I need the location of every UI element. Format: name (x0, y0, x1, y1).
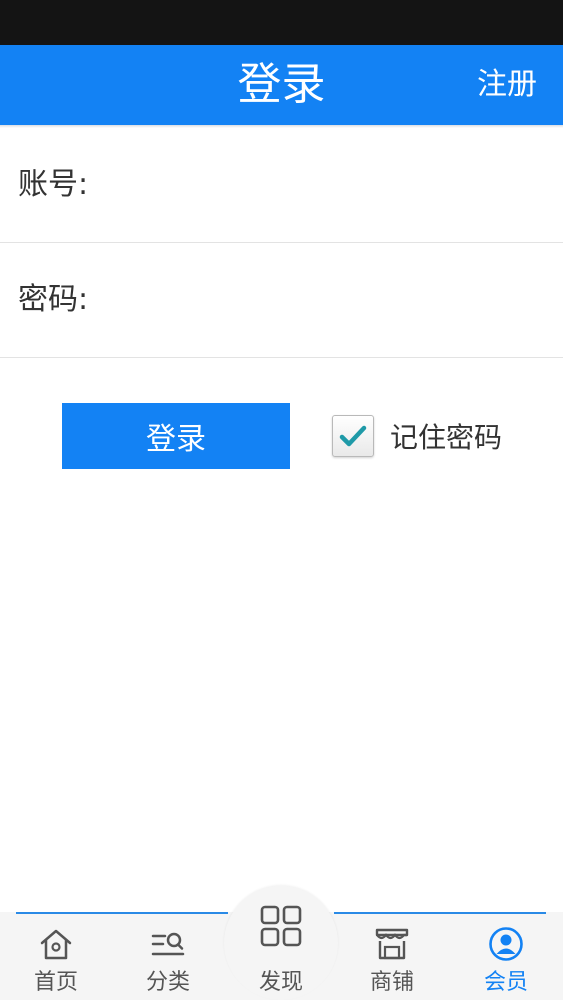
tab-discover-label: 发现 (258, 970, 303, 995)
tab-home-label: 首页 (33, 970, 78, 995)
account-row: 账号: (0, 128, 563, 243)
login-button[interactable]: 登录 (62, 403, 290, 469)
user-icon (489, 927, 523, 961)
home-icon (40, 929, 72, 960)
password-input[interactable] (100, 263, 549, 339)
account-label: 账号: (18, 167, 89, 202)
tab-home[interactable]: 首页 (16, 912, 96, 1000)
account-input[interactable] (100, 148, 549, 224)
remember-password-toggle[interactable]: 记住密码 (332, 413, 502, 459)
password-row: 密码: (0, 243, 563, 358)
remember-checkbox[interactable] (332, 415, 374, 457)
remember-password-label: 记住密码 (390, 421, 503, 454)
tab-member-label: 会员 (483, 970, 528, 995)
status-bar (0, 0, 563, 45)
tab-shop[interactable]: 商铺 (352, 912, 432, 1000)
tab-discover[interactable]: 发现 (241, 900, 321, 1000)
category-icon (151, 932, 185, 956)
tab-category[interactable]: 分类 (128, 912, 208, 1000)
tab-member[interactable]: 会员 (466, 912, 546, 1000)
register-link[interactable]: 注册 (477, 45, 537, 125)
tab-shop-label: 商铺 (369, 970, 414, 995)
password-label: 密码: (18, 282, 89, 317)
shop-icon (375, 928, 409, 960)
grid-icon (260, 905, 302, 947)
header-bar: 登录 注册 (0, 45, 563, 125)
tab-category-label: 分类 (145, 970, 190, 995)
check-icon (339, 425, 367, 447)
